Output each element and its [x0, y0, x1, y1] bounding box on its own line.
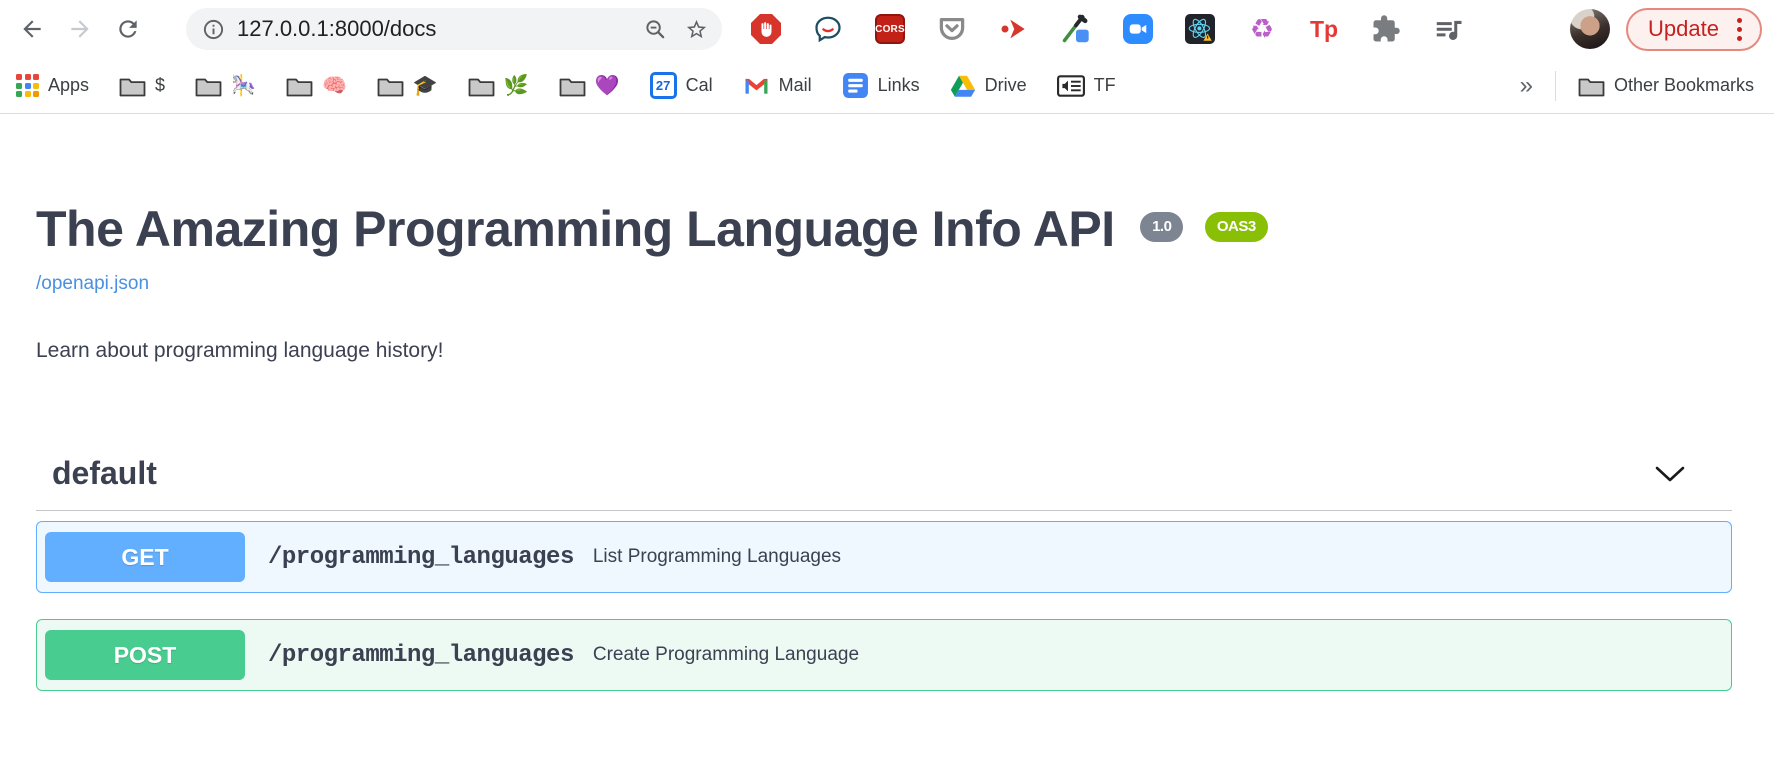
video-camera-icon [1123, 14, 1153, 44]
stop-hand-extension-icon[interactable] [750, 13, 782, 45]
recycle-extension-icon[interactable]: ♻ [1246, 13, 1278, 45]
teleparty-extension-icon[interactable]: Tp [1308, 13, 1340, 45]
swagger-docs-page: The Amazing Programming Language Info AP… [0, 202, 1774, 691]
folder-icon [377, 75, 404, 97]
reload-icon [115, 16, 141, 42]
redirect-extension-icon[interactable] [998, 13, 1030, 45]
purple-heart-emoji: 💜 [595, 76, 620, 96]
google-drive-icon [950, 74, 976, 97]
pocket-shield-icon [937, 14, 967, 44]
graduation-cap-emoji: 🎓 [413, 76, 438, 96]
bookmarks-bar: Apps $ 🎠 🧠 🎓 🌿 💜 27 Cal Mail [0, 58, 1774, 114]
bookmarks-divider [1555, 71, 1556, 101]
color-picker-extension-icon[interactable] [1060, 13, 1092, 45]
back-button[interactable] [12, 9, 52, 49]
red-arrow-icon [999, 14, 1029, 44]
reload-button[interactable] [108, 9, 148, 49]
puzzle-icon [1371, 14, 1401, 44]
bookmark-links[interactable]: Links [842, 72, 920, 99]
tp-logo: Tp [1310, 18, 1338, 41]
post-method-badge: POST [45, 630, 245, 680]
section-header-default[interactable]: default [36, 455, 1732, 511]
bookmark-tf[interactable]: TF [1057, 75, 1116, 97]
endpoint-row-post-programming-languages[interactable]: POST /programming_languages Create Progr… [36, 619, 1732, 691]
bookmark-folder-dollar[interactable]: $ [119, 75, 165, 97]
openapi-spec-link[interactable]: /openapi.json [36, 273, 149, 295]
cors-label: CORS [875, 14, 905, 44]
bookmark-folder-herb[interactable]: 🌿 [468, 75, 529, 97]
endpoint-summary: Create Programming Language [593, 644, 859, 666]
extension-icons: CORS [750, 13, 1464, 45]
bookmark-star-icon[interactable] [685, 18, 708, 41]
pocket-extension-icon[interactable] [936, 13, 968, 45]
folder-icon [195, 75, 222, 97]
get-method-badge: GET [45, 532, 245, 582]
update-button[interactable]: Update [1626, 8, 1762, 51]
eyedropper-icon [1061, 14, 1091, 44]
url-text: 127.0.0.1:8000/docs [237, 16, 644, 42]
tf-card-speaker-icon [1057, 75, 1085, 97]
forward-arrow-icon [67, 16, 93, 42]
forward-button[interactable] [60, 9, 100, 49]
playlist-extension-icon[interactable] [1432, 13, 1464, 45]
recycle-icon: ♻ [1250, 16, 1274, 43]
google-calendar-icon: 27 [650, 72, 677, 99]
bookmark-folder-graduation[interactable]: 🎓 [377, 75, 438, 97]
apps-grid-icon [16, 74, 39, 97]
zoom-extension-icon[interactable] [1122, 13, 1154, 45]
profile-avatar[interactable] [1570, 9, 1610, 49]
bookmark-folder-brain[interactable]: 🧠 [286, 75, 347, 97]
chat-bubble-icon [813, 14, 843, 44]
version-badge: 1.0 [1140, 212, 1183, 243]
bookmarks-overflow-chevron[interactable]: » [1520, 72, 1533, 100]
api-description: Learn about programming language history… [36, 339, 1732, 363]
folder-icon [468, 75, 495, 97]
bookmark-calendar[interactable]: 27 Cal [650, 72, 713, 99]
playlist-music-icon [1433, 14, 1463, 44]
oas3-badge: OAS3 [1205, 212, 1268, 243]
other-bookmarks-folder[interactable]: Other Bookmarks [1578, 75, 1754, 97]
bookmark-gmail[interactable]: Mail [743, 75, 812, 97]
browser-menu-kebab-icon[interactable] [1733, 14, 1746, 45]
chat-bubble-extension-icon[interactable] [812, 13, 844, 45]
bookmark-folder-carousel[interactable]: 🎠 [195, 75, 256, 97]
zoom-out-indicator-icon[interactable] [644, 18, 667, 41]
folder-icon [559, 75, 586, 97]
gmail-icon [743, 75, 770, 97]
herb-emoji: 🌿 [504, 76, 529, 96]
brain-emoji: 🧠 [322, 76, 347, 96]
bookmark-drive[interactable]: Drive [950, 74, 1027, 97]
address-bar[interactable]: 127.0.0.1:8000/docs [186, 8, 722, 50]
extensions-puzzle-icon[interactable] [1370, 13, 1402, 45]
endpoint-summary: List Programming Languages [593, 546, 841, 568]
links-doc-icon [842, 72, 869, 99]
browser-toolbar: 127.0.0.1:8000/docs CORS [0, 0, 1774, 58]
update-label: Update [1648, 16, 1719, 42]
stop-octagon-icon [751, 14, 781, 44]
api-title-text: The Amazing Programming Language Info AP… [36, 201, 1115, 257]
folder-icon [119, 75, 146, 97]
folder-icon [286, 75, 313, 97]
endpoint-path: /programming_languages [268, 642, 574, 669]
page-title: The Amazing Programming Language Info AP… [36, 202, 1732, 257]
back-arrow-icon [19, 16, 45, 42]
react-devtools-extension-icon[interactable] [1184, 13, 1216, 45]
folder-icon [1578, 75, 1605, 97]
section-title: default [52, 455, 157, 492]
chevron-down-icon[interactable] [1654, 465, 1686, 483]
bookmark-apps[interactable]: Apps [16, 74, 89, 97]
bookmark-folder-purple-heart[interactable]: 💜 [559, 75, 620, 97]
cors-extension-icon[interactable]: CORS [874, 13, 906, 45]
react-atom-icon [1185, 14, 1215, 44]
endpoint-row-get-programming-languages[interactable]: GET /programming_languages List Programm… [36, 521, 1732, 593]
carousel-horse-emoji: 🎠 [231, 76, 256, 96]
page-info-icon[interactable] [202, 18, 225, 41]
endpoint-path: /programming_languages [268, 544, 574, 571]
